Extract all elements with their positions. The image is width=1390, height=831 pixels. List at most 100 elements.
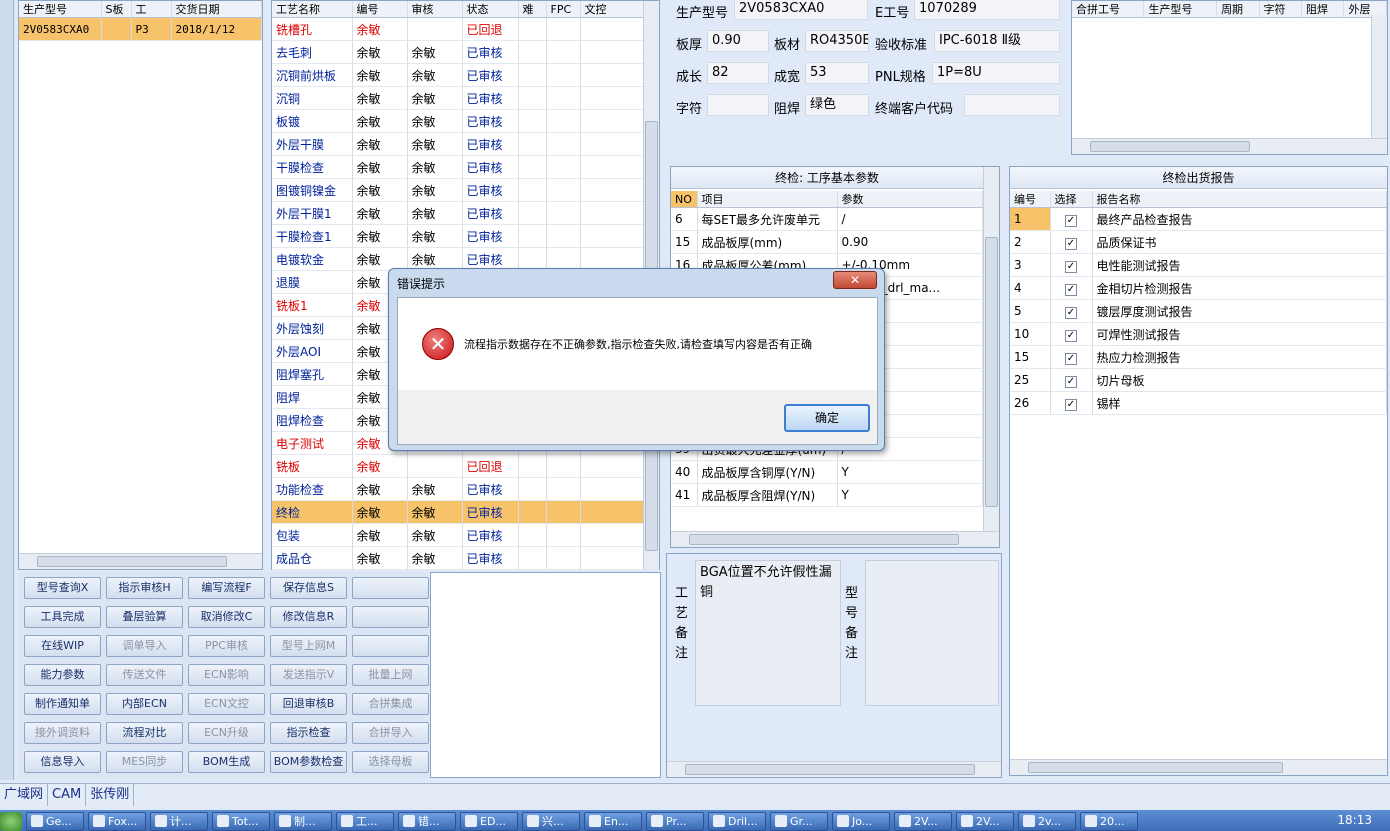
function-button[interactable] (352, 577, 429, 599)
function-button[interactable]: 型号查询X (24, 577, 101, 599)
number-cell[interactable]: 余敏 (352, 63, 408, 87)
process-name-cell[interactable]: 图镀铜镍金 (272, 178, 353, 202)
report-number[interactable]: 2 (1010, 230, 1051, 254)
function-button[interactable]: 能力参数 (24, 664, 101, 686)
taskbar-item[interactable]: 错... (398, 812, 456, 831)
extra-cell[interactable] (546, 63, 581, 87)
report-number[interactable]: 1 (1010, 207, 1051, 231)
param-value[interactable]: / (837, 207, 983, 231)
process-name-cell[interactable]: 包装 (272, 523, 353, 547)
report-select[interactable]: ✓ (1050, 368, 1093, 392)
table-row[interactable]: 3 ✓ 电性能测试报告 (1010, 253, 1387, 277)
extra-cell[interactable] (546, 109, 581, 133)
extra-cell[interactable] (546, 17, 581, 41)
report-select[interactable]: ✓ (1050, 253, 1093, 277)
number-cell[interactable]: 余敏 (352, 454, 408, 478)
process-name-cell[interactable]: 干膜检查 (272, 155, 353, 179)
taskbar-item[interactable]: Dril... (708, 812, 766, 831)
extra-cell[interactable] (546, 40, 581, 64)
process-name-cell[interactable]: 外层AOI (272, 339, 353, 363)
report-number[interactable]: 3 (1010, 253, 1051, 277)
param-no[interactable]: 40 (671, 460, 698, 484)
extra-cell[interactable] (546, 454, 581, 478)
extra-cell[interactable] (518, 477, 547, 501)
scrollbar-thumb[interactable] (1090, 141, 1250, 152)
table-row[interactable]: 6 每SET最多允许废单元 / (671, 207, 983, 231)
process-name-cell[interactable]: 功能检查 (272, 477, 353, 501)
function-button[interactable]: 指示审核H (106, 577, 183, 599)
report-number[interactable]: 26 (1010, 391, 1051, 415)
e-number-field[interactable]: 1070289 (914, 0, 1060, 20)
audit-cell[interactable] (407, 17, 463, 41)
function-button[interactable]: 工具完成 (24, 606, 101, 628)
table-row[interactable]: 沉铜 余敏 余敏 已审核 (272, 86, 659, 110)
checkbox-checked-icon[interactable]: ✓ (1065, 306, 1077, 319)
function-button[interactable]: 接外调资料 (24, 722, 101, 744)
audit-cell[interactable]: 余敏 (407, 523, 463, 547)
audit-cell[interactable]: 余敏 (407, 109, 463, 133)
function-button[interactable]: 发送指示V (270, 664, 347, 686)
extra-cell[interactable] (518, 224, 547, 248)
audit-cell[interactable]: 余敏 (407, 477, 463, 501)
status-cell[interactable]: 已审核 (462, 500, 519, 524)
param-no[interactable]: 15 (671, 230, 698, 254)
status-cell[interactable]: 已审核 (462, 201, 519, 225)
table-row[interactable]: 铣槽孔 余敏 已回退 (272, 17, 659, 41)
audit-cell[interactable]: 余敏 (407, 132, 463, 156)
audit-cell[interactable]: 余敏 (407, 500, 463, 524)
function-button[interactable]: 保存信息S (270, 577, 347, 599)
taskbar-item[interactable]: 2V... (894, 812, 952, 831)
status-cell[interactable]: 已审核 (462, 132, 519, 156)
taskbar-item[interactable]: 工... (336, 812, 394, 831)
extra-cell[interactable] (518, 40, 547, 64)
status-cell[interactable]: 已审核 (462, 86, 519, 110)
number-cell[interactable]: 余敏 (352, 523, 408, 547)
checkbox-checked-icon[interactable]: ✓ (1065, 237, 1077, 250)
extra-cell[interactable] (546, 178, 581, 202)
report-name[interactable]: 锡样 (1092, 391, 1387, 415)
extra-cell[interactable] (546, 477, 581, 501)
horizontal-scrollbar[interactable] (1010, 759, 1387, 775)
report-name[interactable]: 镀层厚度测试报告 (1092, 299, 1387, 323)
vertical-scrollbar[interactable] (1371, 15, 1387, 138)
number-cell[interactable]: 余敏 (352, 224, 408, 248)
process-name-cell[interactable]: 电子测试 (272, 431, 353, 455)
report-select[interactable]: ✓ (1050, 391, 1093, 415)
taskbar-item[interactable]: ED... (460, 812, 518, 831)
function-button[interactable] (352, 635, 429, 657)
ok-button[interactable]: 确定 (784, 404, 870, 432)
scrollbar-thumb[interactable] (1028, 762, 1283, 773)
status-cell[interactable]: 已回退 (462, 17, 519, 41)
number-cell[interactable]: 余敏 (352, 40, 408, 64)
process-name-cell[interactable]: 成品仓 (272, 546, 353, 570)
table-row[interactable]: 25 ✓ 切片母板 (1010, 368, 1387, 392)
status-cell[interactable]: 已审核 (462, 523, 519, 547)
scrollbar-thumb[interactable] (985, 237, 998, 507)
function-button[interactable]: ECN影响 (188, 664, 265, 686)
process-name-cell[interactable]: 铣槽孔 (272, 17, 353, 41)
function-button[interactable]: 型号上网M (270, 635, 347, 657)
function-button[interactable]: 修改信息R (270, 606, 347, 628)
table-row[interactable]: 40 成品板厚含铜厚(Y/N) Y (671, 460, 983, 484)
report-name[interactable]: 可焊性测试报告 (1092, 322, 1387, 346)
taskbar-item[interactable]: En... (584, 812, 642, 831)
table-row[interactable]: 外层干膜1 余敏 余敏 已审核 (272, 201, 659, 225)
extra-cell[interactable] (518, 500, 547, 524)
char-field[interactable] (707, 94, 769, 116)
width-field[interactable]: 53 (805, 62, 869, 84)
function-button[interactable]: 叠层验算 (106, 606, 183, 628)
function-button[interactable]: 选择母板 (352, 751, 429, 773)
extra-cell[interactable] (546, 132, 581, 156)
extra-cell[interactable] (546, 500, 581, 524)
table-row[interactable]: 终检 余敏 余敏 已审核 (272, 500, 659, 524)
process-name-cell[interactable]: 板镀 (272, 109, 353, 133)
model-note-field[interactable] (865, 560, 999, 706)
table-row[interactable]: 5 ✓ 镀层厚度测试报告 (1010, 299, 1387, 323)
function-button[interactable]: PPC审核 (188, 635, 265, 657)
function-button[interactable]: 回退审核B (270, 693, 347, 715)
taskbar-item[interactable]: 2V... (956, 812, 1014, 831)
function-button[interactable]: 指示检查 (270, 722, 347, 744)
param-value[interactable]: Y (837, 460, 983, 484)
taskbar-item[interactable]: Gr... (770, 812, 828, 831)
scrollbar-thumb[interactable] (37, 556, 227, 567)
